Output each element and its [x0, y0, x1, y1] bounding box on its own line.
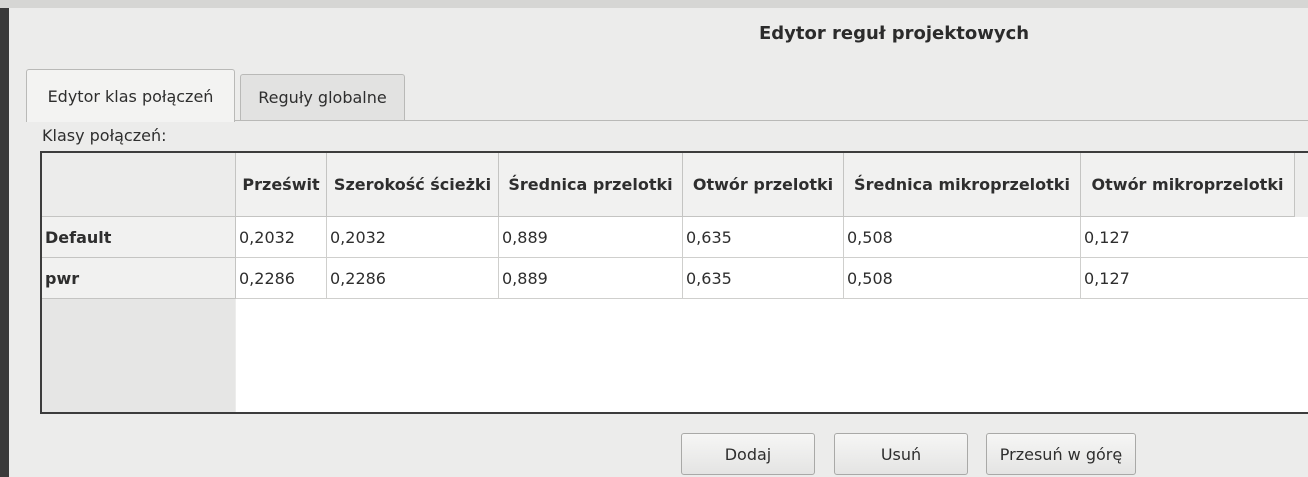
- cell-default-microvia-drill[interactable]: 0,127: [1081, 217, 1308, 258]
- add-button[interactable]: Dodaj: [681, 433, 815, 475]
- cell-default-track-width[interactable]: 0,2032: [327, 217, 499, 258]
- cell-pwr-microvia-drill[interactable]: 0,127: [1081, 258, 1308, 299]
- move-up-button[interactable]: Przesuń w górę: [986, 433, 1136, 475]
- cell-pwr-microvia-diameter[interactable]: 0,508: [844, 258, 1081, 299]
- cell-default-via-diameter[interactable]: 0,889: [499, 217, 683, 258]
- cell-pwr-via-drill[interactable]: 0,635: [683, 258, 844, 299]
- column-header-track-width[interactable]: Szerokość ścieżki: [327, 153, 499, 217]
- cell-pwr-clearance[interactable]: 0,2286: [236, 258, 327, 299]
- column-header-microvia-drill[interactable]: Otwór mikroprzelotki: [1081, 153, 1295, 217]
- column-header-via-diameter[interactable]: Średnica przelotki: [499, 153, 683, 217]
- column-header-via-drill[interactable]: Otwór przelotki: [683, 153, 844, 217]
- remove-button[interactable]: Usuń: [834, 433, 968, 475]
- cell-default-microvia-diameter[interactable]: 0,508: [844, 217, 1081, 258]
- design-rules-editor-window: Edytor reguł projektowych Edytor klas po…: [9, 8, 1308, 477]
- row-header-default[interactable]: Default: [42, 217, 236, 258]
- row-header-pwr[interactable]: pwr: [42, 258, 236, 299]
- cell-default-via-drill[interactable]: 0,635: [683, 217, 844, 258]
- cell-pwr-via-diameter[interactable]: 0,889: [499, 258, 683, 299]
- grid-corner[interactable]: [42, 153, 236, 217]
- column-header-microvia-diameter[interactable]: Średnica mikroprzelotki: [844, 153, 1081, 217]
- cell-pwr-track-width[interactable]: 0,2286: [327, 258, 499, 299]
- background-window-edge: [0, 8, 9, 477]
- net-classes-label: Klasy połączeń:: [42, 126, 167, 145]
- window-title: Edytor reguł projektowych: [759, 23, 1030, 44]
- column-header-clearance[interactable]: Prześwit: [236, 153, 327, 217]
- cell-default-clearance[interactable]: 0,2032: [236, 217, 327, 258]
- net-classes-grid[interactable]: Prześwit Szerokość ścieżki Średnica prze…: [40, 151, 1308, 414]
- tab-global-rules[interactable]: Reguły globalne: [240, 74, 405, 120]
- tab-net-class-editor[interactable]: Edytor klas połączeń: [26, 69, 235, 122]
